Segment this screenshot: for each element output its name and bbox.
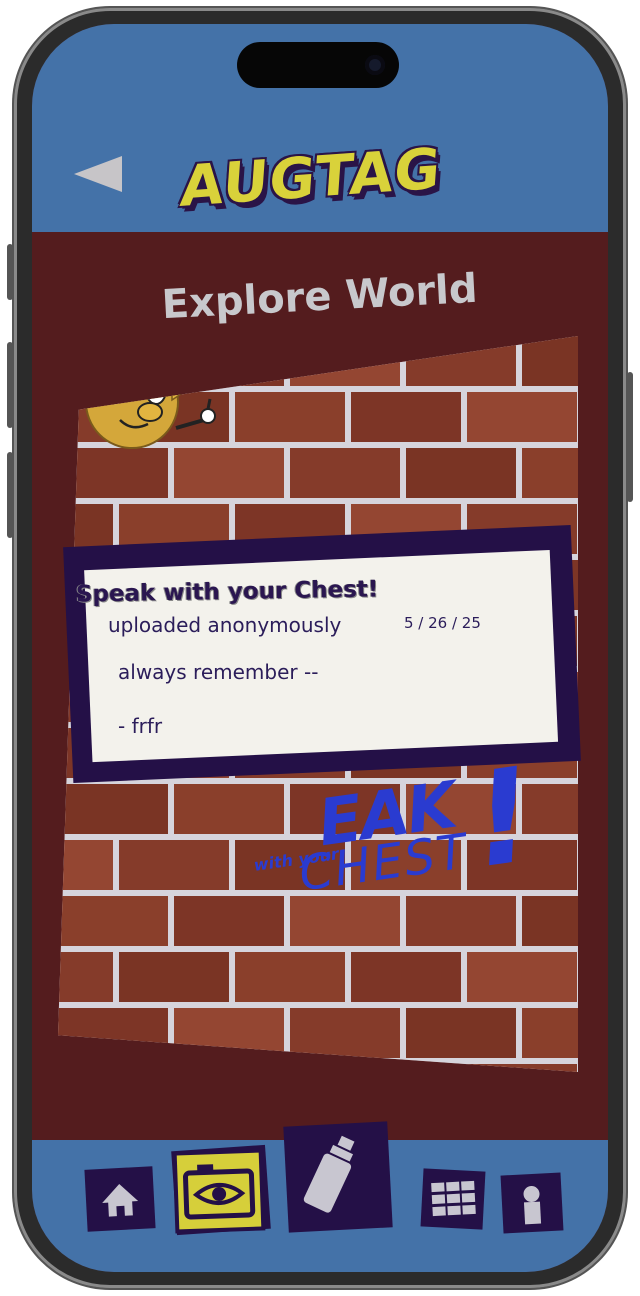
sun-mascot-graffiti [78,344,216,449]
volume-up-button [7,342,13,428]
nav-spray-button[interactable] [283,1121,393,1233]
brick [351,1064,461,1072]
tag-uploader: uploaded anonymously [108,613,342,637]
tag-message-line-1: always remember -- [118,660,319,684]
brick [406,1008,516,1058]
brick [235,392,345,442]
spray-can-icon [303,1135,355,1213]
camera-eye-icon [182,1164,256,1220]
app-logo: AUGTAG [178,136,444,221]
brick [467,392,577,442]
brick [58,840,113,890]
brick [290,1008,400,1058]
brick [119,1064,229,1072]
brick [174,1008,284,1058]
brick [522,1008,578,1058]
brick [235,1064,345,1072]
nav-camera-button[interactable] [176,1152,262,1230]
grid-icon [431,1180,476,1217]
brick [290,448,400,498]
brick [467,1064,577,1072]
brick [522,336,578,386]
brick [351,952,461,1002]
brick [522,448,578,498]
brick [58,1064,113,1072]
brick [235,952,345,1002]
front-camera-icon [365,55,385,75]
nav-grid-button[interactable] [420,1168,486,1230]
brick [58,336,168,386]
dynamic-island [237,42,399,88]
brick [406,336,516,386]
tag-message-line-2: - frfr [118,714,163,738]
nav-home-button[interactable] [84,1166,156,1232]
page-title: Explore World [160,265,479,329]
brick [58,952,113,1002]
brick [290,336,400,386]
action-button [7,244,13,300]
brick [58,896,168,946]
brick [119,952,229,1002]
tag-title: Speak with your Chest! [75,576,379,608]
brick [58,1008,168,1058]
tag-date: 5 / 26 / 25 [404,614,481,632]
brick [119,840,229,890]
power-button [627,372,633,502]
app-screen: AUGTAG Explore World EAK ! with your CHE… [32,24,608,1272]
profile-icon [523,1186,542,1225]
brick [351,392,461,442]
home-icon [102,1184,139,1217]
nav-profile-button[interactable] [500,1172,564,1234]
brick [174,336,284,386]
volume-down-button [7,452,13,538]
tag-info-card[interactable] [63,525,581,783]
back-arrow-icon[interactable] [74,156,122,192]
brick [58,784,168,834]
brick [467,952,577,1002]
brick [406,448,516,498]
